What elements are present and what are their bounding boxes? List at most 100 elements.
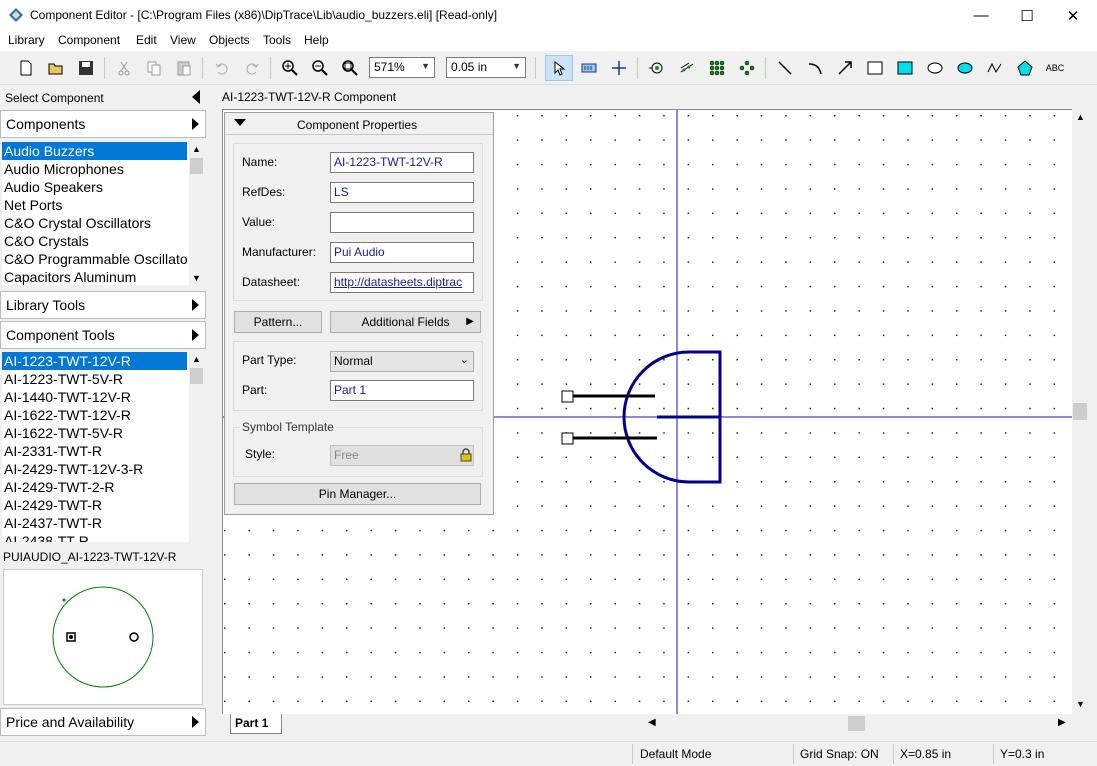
grid-size-combo[interactable]: 0.05 in ▼: [446, 57, 526, 78]
undo-icon[interactable]: [211, 57, 233, 79]
additional-fields-button[interactable]: Additional Fields ▶: [330, 311, 481, 333]
list-item[interactable]: Audio Speakers: [2, 178, 187, 196]
scroll-down-icon[interactable]: ▼: [192, 273, 201, 283]
collapse-panel-icon[interactable]: [192, 90, 200, 104]
status-grid-snap[interactable]: Grid Snap: ON: [800, 747, 879, 761]
list-item[interactable]: AI-2429-TWT-12V-3-R: [2, 460, 187, 478]
scroll-down-icon[interactable]: ▼: [1076, 699, 1085, 709]
cut-icon[interactable]: [113, 57, 135, 79]
arrow-tool-icon[interactable]: [834, 57, 856, 79]
list-item[interactable]: C&O Crystal Oscillators: [2, 214, 187, 232]
scrollbar-thumb[interactable]: [848, 716, 865, 731]
expand-arrow-icon: [192, 329, 199, 341]
component-list[interactable]: AI-1223-TWT-12V-R AI-1223-TWT-5V-R AI-14…: [2, 352, 204, 542]
zoom-in-icon[interactable]: [279, 57, 301, 79]
open-icon[interactable]: [45, 57, 67, 79]
collapse-arrow-icon[interactable]: [234, 119, 246, 126]
scrollbar-thumb[interactable]: [1073, 403, 1087, 420]
save-icon[interactable]: [75, 57, 97, 79]
filled-ellipse-tool-icon[interactable]: [954, 57, 976, 79]
library-list[interactable]: Audio Buzzers Audio Microphones Audio Sp…: [2, 142, 204, 285]
text-tool-icon[interactable]: ABC: [1044, 57, 1066, 79]
redo-icon[interactable]: [241, 57, 263, 79]
symbol-template-group: Symbol Template Style: Free⌄: [233, 420, 483, 477]
menu-edit[interactable]: Edit: [136, 33, 157, 47]
new-icon[interactable]: [15, 57, 37, 79]
value-field[interactable]: [330, 212, 474, 233]
polyline-tool-icon[interactable]: [984, 57, 1006, 79]
pan-tool-icon[interactable]: [578, 57, 600, 79]
select-tool-icon[interactable]: [545, 55, 573, 81]
place-pin-icon[interactable]: [646, 57, 668, 79]
zoom-combo[interactable]: 571% ▼: [369, 57, 435, 78]
style-select[interactable]: Free⌄: [330, 445, 474, 466]
scroll-up-icon[interactable]: ▲: [192, 354, 201, 364]
list-item[interactable]: AI-2331-TWT-R: [2, 442, 187, 460]
menu-library[interactable]: Library: [8, 33, 45, 47]
list-item[interactable]: Audio Buzzers: [2, 142, 187, 160]
value-label: Value:: [242, 215, 276, 229]
zoom-out-icon[interactable]: [309, 57, 331, 79]
maximize-button[interactable]: ☐: [1004, 0, 1050, 31]
datasheet-field[interactable]: http://datasheets.diptrac: [330, 272, 474, 293]
price-availability-header[interactable]: Price and Availability: [0, 708, 206, 736]
list-item[interactable]: AI-1622-TWT-12V-R: [2, 406, 187, 424]
pattern-button[interactable]: Pattern...: [234, 311, 322, 333]
expand-arrow-icon: [192, 716, 199, 728]
menu-view[interactable]: View: [170, 33, 196, 47]
refdes-field[interactable]: LS: [330, 182, 474, 203]
menu-tools[interactable]: Tools: [263, 33, 291, 47]
pin-matrix-icon[interactable]: [706, 57, 728, 79]
scroll-up-icon[interactable]: ▲: [1076, 112, 1085, 122]
list-item[interactable]: C&O Crystals: [2, 232, 187, 250]
lock-icon[interactable]: [460, 448, 472, 462]
scrollbar-thumb[interactable]: [190, 158, 203, 174]
pin-manager-button[interactable]: Pin Manager...: [234, 483, 481, 505]
components-header[interactable]: Components: [0, 110, 206, 138]
list-item[interactable]: AI-1223-TWT-5V-R: [2, 370, 187, 388]
polygon-tool-icon[interactable]: [1014, 57, 1036, 79]
filled-rectangle-tool-icon[interactable]: [894, 57, 916, 79]
scroll-right-icon[interactable]: ▶: [1058, 717, 1066, 728]
close-button[interactable]: ✕: [1050, 0, 1096, 31]
scroll-up-icon[interactable]: ▲: [192, 144, 201, 154]
pin-array-icon[interactable]: [676, 57, 698, 79]
manufacturer-field[interactable]: Pui Audio: [330, 242, 474, 263]
list-item[interactable]: Capacitors Aluminum: [2, 268, 187, 285]
list-item[interactable]: AI-1440-TWT-12V-R: [2, 388, 187, 406]
component-scrollbar[interactable]: ▲: [189, 352, 204, 542]
copy-icon[interactable]: [143, 57, 165, 79]
canvas-vscrollbar[interactable]: ▲ ▼: [1072, 109, 1089, 714]
part-type-select[interactable]: Normal ⌄: [330, 351, 474, 372]
list-item[interactable]: Net Ports: [2, 196, 187, 214]
menu-objects[interactable]: Objects: [209, 33, 250, 47]
menu-component[interactable]: Component: [58, 33, 120, 47]
list-item[interactable]: AI-2429-TWT-2-R: [2, 478, 187, 496]
pin-cross-icon[interactable]: [736, 57, 758, 79]
list-item[interactable]: AI-1622-TWT-5V-R: [2, 424, 187, 442]
menu-help[interactable]: Help: [304, 33, 329, 47]
list-item[interactable]: AI-2437-TWT-R: [2, 514, 187, 532]
properties-header[interactable]: Component Properties: [225, 113, 493, 135]
list-item[interactable]: AI-2438-TT-R...: [2, 532, 187, 542]
rectangle-tool-icon[interactable]: [864, 57, 886, 79]
scroll-left-icon[interactable]: ◀: [648, 717, 656, 728]
line-tool-icon[interactable]: [774, 57, 796, 79]
list-item[interactable]: C&O Programmable Oscillato: [2, 250, 187, 268]
list-item[interactable]: AI-1223-TWT-12V-R: [2, 352, 187, 370]
component-tools-header[interactable]: Component Tools: [0, 321, 206, 349]
library-scrollbar[interactable]: ▲ ▼: [189, 142, 204, 285]
library-tools-header[interactable]: Library Tools: [0, 291, 206, 319]
minimize-button[interactable]: —: [958, 0, 1004, 31]
arc-tool-icon[interactable]: [804, 57, 826, 79]
list-item[interactable]: AI-2429-TWT-R: [2, 496, 187, 514]
paste-icon[interactable]: [173, 57, 195, 79]
zoom-fit-icon[interactable]: [339, 57, 361, 79]
scrollbar-thumb[interactable]: [190, 368, 203, 384]
ellipse-tool-icon[interactable]: [924, 57, 946, 79]
part-field[interactable]: Part 1: [330, 380, 474, 401]
tab-part-1[interactable]: Part 1: [230, 714, 282, 734]
list-item[interactable]: Audio Microphones: [2, 160, 187, 178]
origin-tool-icon[interactable]: [608, 57, 630, 79]
name-field[interactable]: AI-1223-TWT-12V-R: [330, 152, 474, 173]
